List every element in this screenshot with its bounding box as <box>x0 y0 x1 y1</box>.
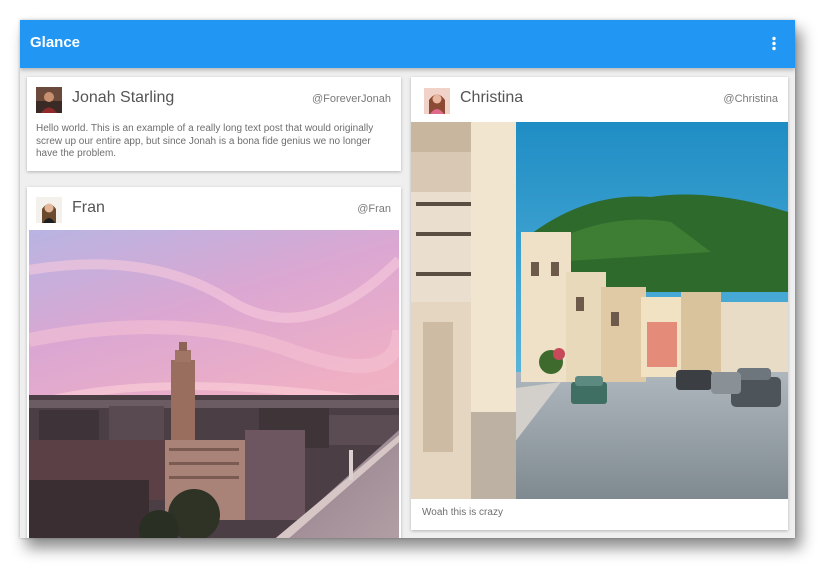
city-skyline-at-sunset-photo[interactable] <box>29 230 399 538</box>
author-handle[interactable]: @ForeverJonah <box>312 93 391 105</box>
app-window: Glance Jonah Starling @ForeverJonah Hell… <box>20 20 795 538</box>
author-name[interactable]: Fran <box>72 199 105 217</box>
post-header: Fran @Fran <box>27 187 401 231</box>
author-handle[interactable]: @Fran <box>357 203 391 215</box>
post-card-photo[interactable]: Fran @Fran <box>27 187 401 538</box>
post-caption: Woah this is crazy <box>422 507 503 518</box>
post-card-text[interactable]: Jonah Starling @ForeverJonah Hello world… <box>27 77 401 171</box>
avatar[interactable] <box>36 87 62 113</box>
app-title: Glance <box>30 34 81 51</box>
post-header: Jonah Starling @ForeverJonah <box>27 77 401 121</box>
author-name[interactable]: Jonah Starling <box>72 89 174 107</box>
post-text: Hello world. This is an example of a rea… <box>36 123 374 159</box>
avatar[interactable] <box>36 197 62 223</box>
post-header: Christina @Christina <box>411 77 788 121</box>
more-vert-icon[interactable] <box>764 32 784 56</box>
post-card-photo[interactable]: Christina @Christina Woah this is crazy <box>411 77 788 530</box>
author-handle[interactable]: @Christina <box>723 93 778 105</box>
avatar[interactable] <box>424 88 450 114</box>
app-bar: Glance <box>20 20 795 68</box>
village-street-with-hills-photo[interactable] <box>411 122 788 499</box>
author-name[interactable]: Christina <box>460 89 523 107</box>
